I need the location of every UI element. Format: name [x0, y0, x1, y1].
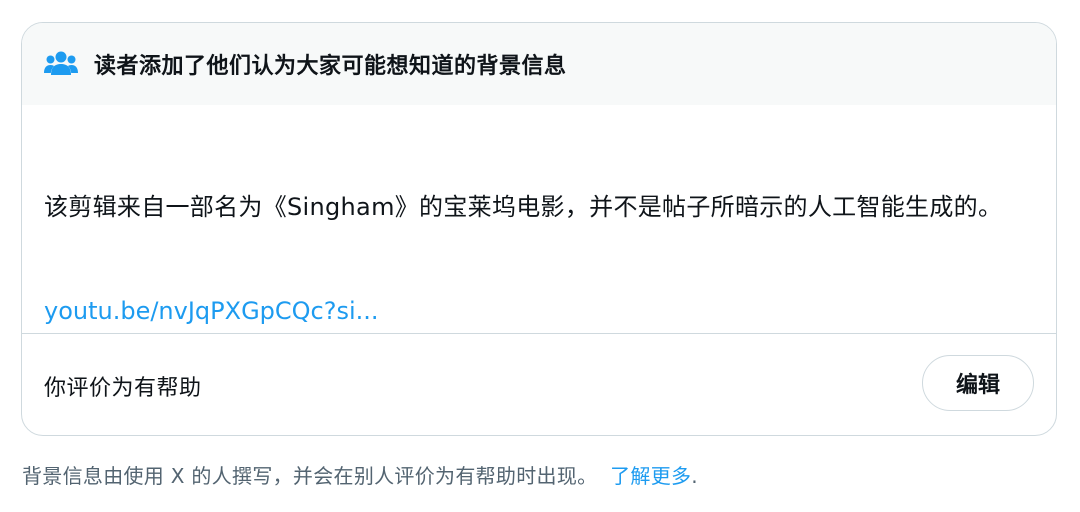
- note-rating-footer: 你评价为有帮助 编辑: [22, 333, 1056, 435]
- note-header: 读者添加了他们认为大家可能想知道的背景信息: [22, 23, 1056, 105]
- edit-rating-button[interactable]: 编辑: [922, 354, 1034, 411]
- note-text: 该剪辑来自一部名为《Singham》的宝莱坞电影，并不是帖子所暗示的人工智能生成…: [44, 193, 1003, 221]
- disclaimer-text: 背景信息由使用 X 的人撰写，并会在别人评价为有帮助时出现。: [22, 464, 598, 488]
- notes-disclaimer: 背景信息由使用 X 的人撰写，并会在别人评价为有帮助时出现。 了解更多.: [22, 460, 698, 489]
- rating-status: 你评价为有帮助: [44, 375, 202, 401]
- note-header-title: 读者添加了他们认为大家可能想知道的背景信息: [94, 54, 567, 79]
- people-icon: [44, 49, 78, 79]
- learn-more-link[interactable]: 了解更多: [610, 464, 691, 488]
- disclaimer-period: .: [691, 464, 698, 488]
- source-link[interactable]: youtu.be/nvJqPXGpCQc?si...: [44, 297, 379, 325]
- note-body: 该剪辑来自一部名为《Singham》的宝莱坞电影，并不是帖子所暗示的人工智能生成…: [22, 105, 1056, 333]
- community-note-card: 读者添加了他们认为大家可能想知道的背景信息 该剪辑来自一部名为《Singham》…: [21, 22, 1057, 436]
